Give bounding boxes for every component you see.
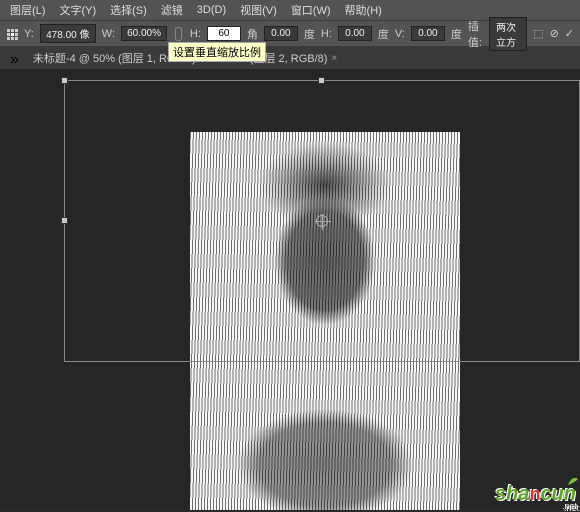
tab-nav-icon[interactable]: »	[10, 51, 19, 69]
y-field[interactable]: 478.00 像	[40, 24, 96, 43]
transform-center-icon[interactable]	[316, 215, 328, 227]
skew-v-label: V:	[395, 28, 405, 40]
options-bar: Y: 478.00 像 W: 60.00% H: 60 角 0.00 度 H: …	[0, 20, 580, 46]
close-icon[interactable]: ×	[331, 53, 337, 64]
skew-h-label: H:	[321, 28, 332, 40]
transform-bounding-box[interactable]	[64, 80, 580, 362]
angle-label: 角	[247, 26, 258, 42]
interp-dropdown[interactable]: 两次立方	[489, 17, 527, 51]
menu-view[interactable]: 视图(V)	[234, 0, 283, 20]
cancel-icon[interactable]: ⊘	[550, 27, 559, 41]
watermark: shancun .net	[495, 483, 576, 506]
warp-icon[interactable]: ⬚	[533, 27, 543, 41]
link-icon[interactable]	[175, 27, 182, 41]
menu-help[interactable]: 帮助(H)	[339, 0, 388, 20]
y-label: Y:	[24, 28, 34, 40]
canvas-area[interactable]	[0, 70, 580, 510]
menu-window[interactable]: 窗口(W)	[285, 0, 337, 20]
angle-unit: 度	[304, 26, 315, 42]
h-field[interactable]: 60	[207, 26, 241, 41]
transform-handle[interactable]	[318, 77, 325, 84]
skew-v-unit: 度	[451, 26, 462, 42]
menu-select[interactable]: 选择(S)	[104, 0, 153, 20]
menu-type[interactable]: 文字(Y)	[53, 0, 102, 20]
w-field[interactable]: 60.00%	[121, 26, 167, 41]
transform-handle[interactable]	[61, 77, 68, 84]
leaf-icon	[566, 473, 580, 487]
angle-field[interactable]: 0.00	[264, 26, 298, 41]
skew-v-field[interactable]: 0.00	[411, 26, 445, 41]
interp-label: 插值:	[468, 18, 483, 50]
menu-3d[interactable]: 3D(D)	[191, 2, 232, 18]
w-label: W:	[102, 28, 115, 40]
menu-layer[interactable]: 图层(L)	[4, 0, 51, 20]
transform-handle[interactable]	[61, 217, 68, 224]
menu-filter[interactable]: 滤镜	[155, 0, 189, 20]
h-label: H:	[190, 28, 201, 40]
anchor-icon[interactable]	[6, 27, 18, 41]
commit-icon[interactable]: ✓	[565, 27, 574, 41]
skew-h-unit: 度	[378, 26, 389, 42]
skew-h-field[interactable]: 0.00	[338, 26, 372, 41]
h-tooltip: 设置垂直缩放比例	[168, 42, 266, 62]
